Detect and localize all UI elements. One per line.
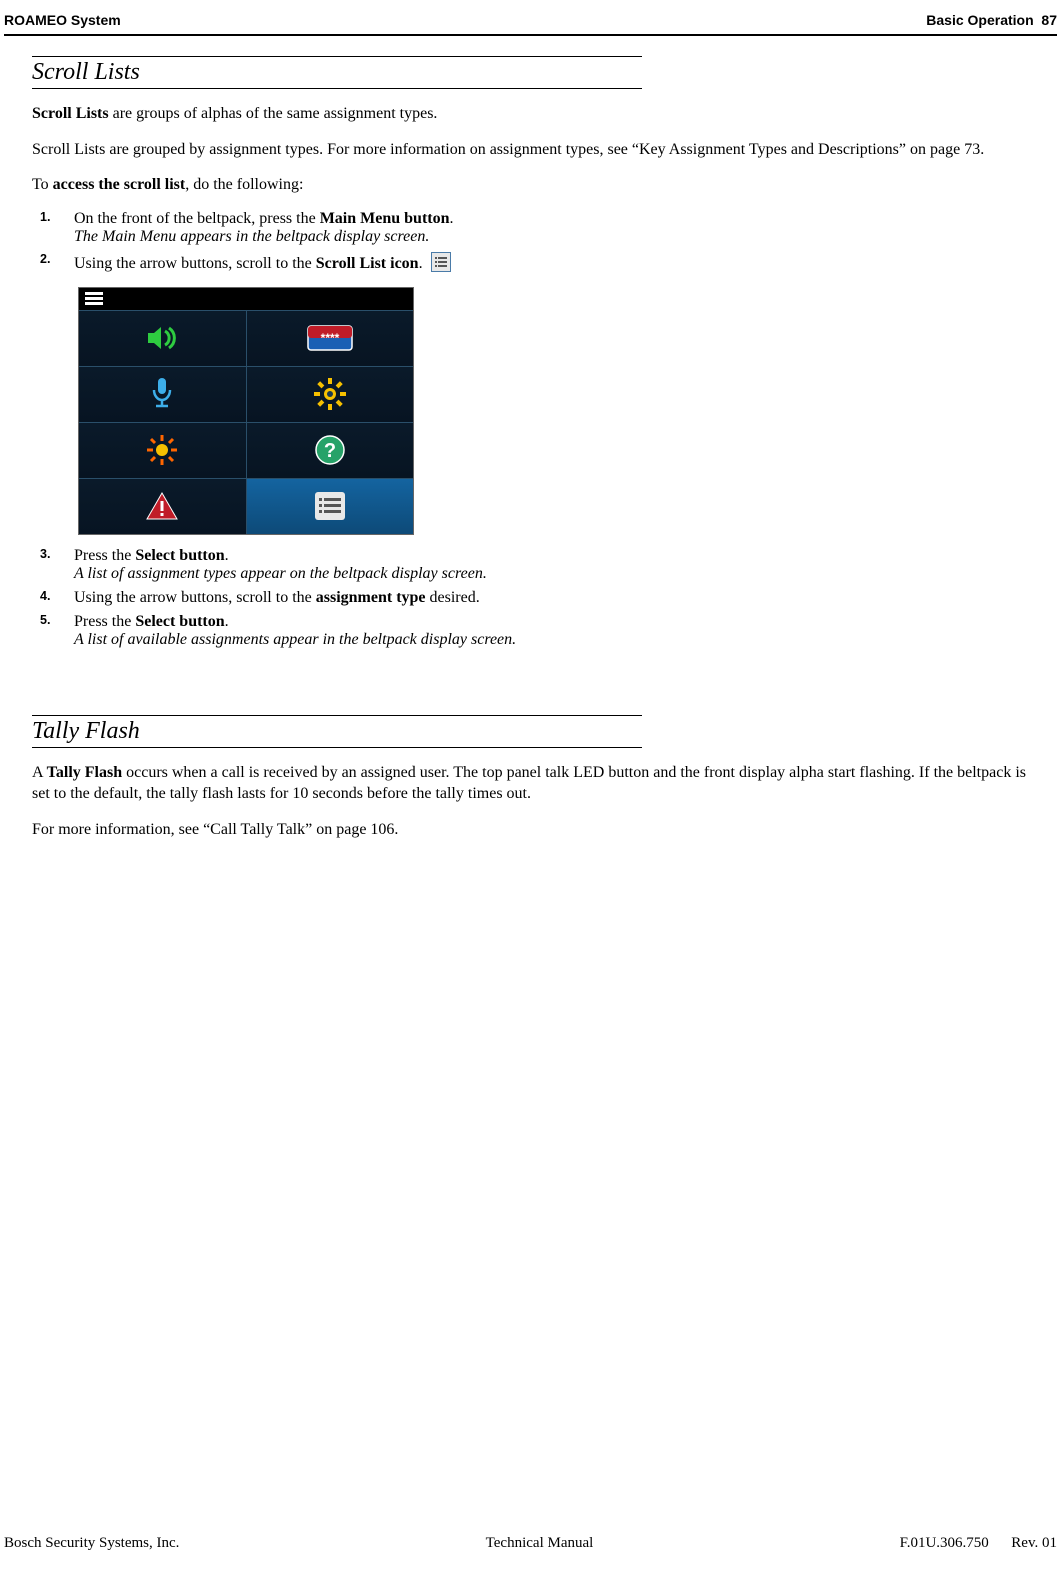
section-title-tally-flash: Tally Flash bbox=[32, 715, 642, 748]
header-section: Basic Operation 87 bbox=[926, 12, 1057, 28]
brightness-icon bbox=[145, 433, 179, 467]
alert-icon bbox=[145, 491, 179, 521]
speaker-icon bbox=[145, 323, 179, 353]
step-list: 1. On the front of the beltpack, press t… bbox=[32, 210, 1029, 277]
footer-docnum-rev: F.01U.306.750 Rev. 01 bbox=[900, 1535, 1057, 1552]
step-3: 3. Press the Select button. A list of as… bbox=[70, 547, 1029, 583]
scroll-lists-access: To access the scroll list, do the follow… bbox=[32, 174, 1029, 196]
menu-keypad[interactable]: **** bbox=[247, 310, 414, 366]
step-5-result: A list of available assignments appear i… bbox=[74, 631, 516, 648]
step-1: 1. On the front of the beltpack, press t… bbox=[70, 210, 1029, 246]
help-icon: ? bbox=[314, 434, 346, 466]
step-1-result: The Main Menu appears in the beltpack di… bbox=[74, 228, 429, 245]
menu-microphone[interactable] bbox=[79, 366, 247, 422]
tally-flash-p2: For more information, see “Call Tally Ta… bbox=[32, 819, 1029, 841]
step-list-continued: 3. Press the Select button. A list of as… bbox=[32, 547, 1029, 649]
menu-speaker[interactable] bbox=[79, 310, 247, 366]
menu-alert[interactable] bbox=[79, 478, 247, 534]
device-screen: **** ? bbox=[78, 287, 414, 535]
screen-menu-bar bbox=[79, 288, 413, 310]
menu-brightness[interactable] bbox=[79, 422, 247, 478]
beltpack-screenshot: **** ? bbox=[32, 287, 1029, 535]
menu-scroll-list[interactable] bbox=[247, 478, 414, 534]
menu-help[interactable]: ? bbox=[247, 422, 414, 478]
hamburger-icon bbox=[85, 290, 103, 307]
menu-settings[interactable] bbox=[247, 366, 414, 422]
page-header: ROAMEO System Basic Operation 87 bbox=[4, 12, 1057, 34]
header-divider bbox=[4, 34, 1057, 36]
step-4: 4. Using the arrow buttons, scroll to th… bbox=[70, 589, 1029, 607]
scroll-list-icon-inline bbox=[431, 252, 451, 277]
gear-icon bbox=[313, 377, 347, 411]
scroll-list-icon bbox=[315, 492, 345, 520]
step-3-result: A list of assignment types appear on the… bbox=[74, 565, 487, 582]
svg-text:?: ? bbox=[324, 440, 336, 462]
svg-text:****: **** bbox=[320, 331, 339, 345]
keypad-icon: **** bbox=[306, 322, 354, 354]
tally-flash-p1: A Tally Flash occurs when a call is rece… bbox=[32, 762, 1029, 805]
microphone-icon bbox=[149, 376, 175, 412]
page-content: Scroll Lists Scroll Lists are groups of … bbox=[4, 56, 1057, 841]
scroll-lists-para2: Scroll Lists are grouped by assignment t… bbox=[32, 139, 1029, 161]
step-5: 5. Press the Select button. A list of av… bbox=[70, 613, 1029, 649]
footer-doc-type: Technical Manual bbox=[486, 1535, 594, 1552]
footer-company: Bosch Security Systems, Inc. bbox=[4, 1535, 179, 1552]
header-system-name: ROAMEO System bbox=[4, 12, 121, 28]
page-footer: Bosch Security Systems, Inc. Technical M… bbox=[4, 1535, 1057, 1552]
section-title-scroll-lists: Scroll Lists bbox=[32, 56, 642, 89]
step-2: 2. Using the arrow buttons, scroll to th… bbox=[70, 252, 1029, 277]
scroll-lists-intro: Scroll Lists are groups of alphas of the… bbox=[32, 103, 1029, 125]
